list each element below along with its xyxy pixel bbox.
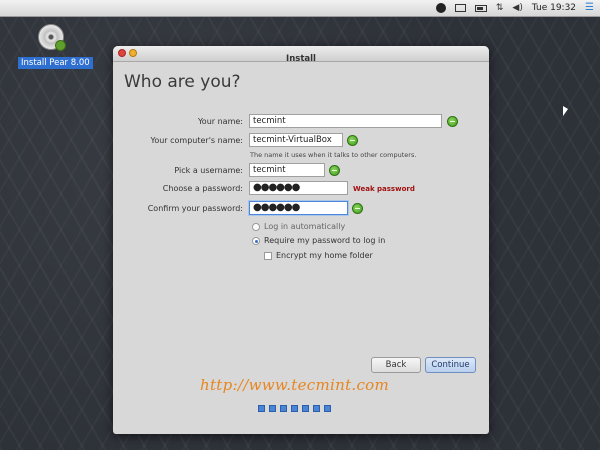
confirm-password-input[interactable]: ●●●●●● [249,201,348,215]
password-input[interactable]: ●●●●●● [249,181,348,195]
volume-icon[interactable]: ◀) [512,0,522,16]
clock[interactable]: Tue 19:32 [532,3,576,13]
battery-icon[interactable] [474,4,487,12]
login-automatically-label[interactable]: Log in automatically [264,222,345,231]
valid-check-icon [447,116,458,127]
login-automatically-radio[interactable] [252,223,260,231]
desktop-icon-label: Install Pear 8.00 [18,57,93,69]
computer-name-label: Your computer's name: [150,136,244,145]
progress-step [258,405,265,412]
computer-name-input[interactable]: tecmint-VirtualBox [249,133,343,147]
password-label: Choose a password: [162,184,243,193]
progress-step [313,405,320,412]
desktop-icon-install-pear[interactable]: Install Pear 8.00 [18,24,93,69]
your-name-input[interactable]: tecmint [249,114,442,128]
window-titlebar[interactable]: Install [113,46,489,64]
encrypt-home-label[interactable]: Encrypt my home folder [276,251,373,260]
username-label: Pick a username: [174,166,243,175]
computer-name-hint: The name it uses when it talks to other … [250,151,417,159]
valid-check-icon [347,135,358,146]
require-password-label[interactable]: Require my password to log in [264,236,385,245]
password-strength: Weak password [353,185,415,193]
progress-step [280,405,287,412]
valid-check-icon [329,165,340,176]
your-name-label: Your name: [197,117,243,126]
minimize-window-button[interactable] [129,49,137,57]
continue-button[interactable]: Continue [425,357,476,373]
mail-icon[interactable] [454,4,466,12]
menu-list-icon[interactable]: ☰ [585,0,594,16]
top-menubar: ⇅ ◀) Tue 19:32 ☰ [0,0,600,17]
close-window-button[interactable] [118,49,126,57]
network-icon[interactable]: ⇅ [496,0,504,16]
progress-step [302,405,309,412]
encrypt-home-checkbox[interactable] [264,252,272,260]
page-title: Who are you? [124,72,241,92]
step-progress [258,405,331,412]
mouse-pointer-icon [563,106,568,116]
progress-step [324,405,331,412]
watermark-url: http://www.tecmint.com [200,376,390,394]
confirm-password-label: Confirm your password: [147,204,243,213]
back-button[interactable]: Back [371,357,421,373]
progress-step [269,405,276,412]
progress-step [291,405,298,412]
window-title: Install [286,54,316,64]
valid-check-icon [352,203,363,214]
accessibility-icon[interactable] [435,3,446,13]
username-input[interactable]: tecmint [249,163,325,177]
system-tray: ⇅ ◀) Tue 19:32 ☰ [435,0,594,16]
disc-icon [38,24,66,51]
require-password-radio[interactable] [252,237,260,245]
